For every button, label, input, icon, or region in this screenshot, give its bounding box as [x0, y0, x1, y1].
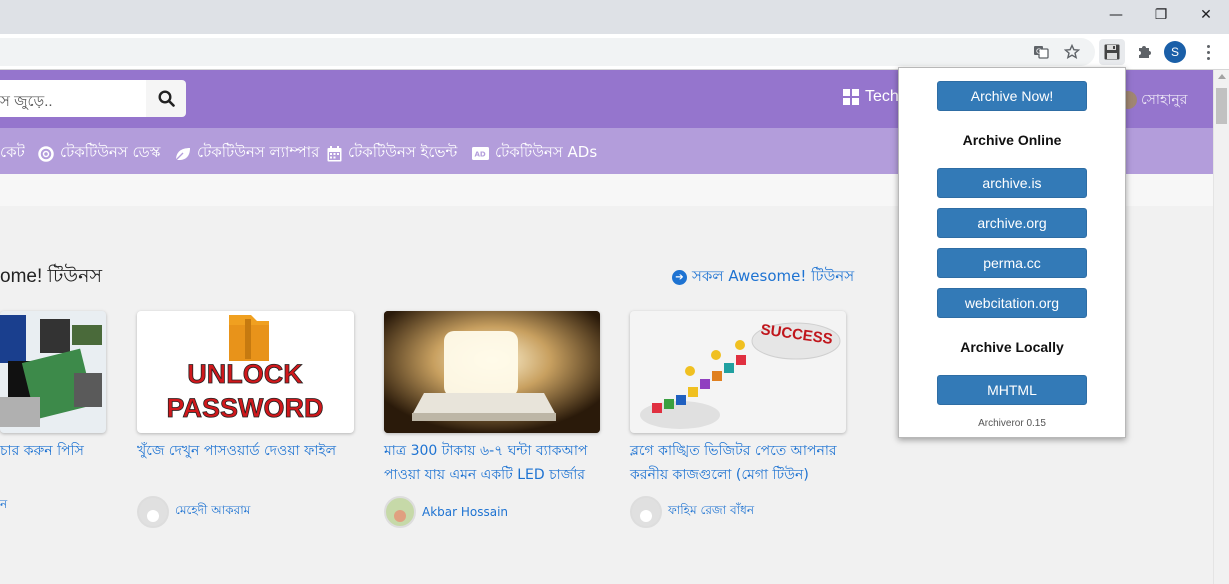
author-avatar	[630, 496, 662, 528]
translate-button[interactable]: G	[1028, 39, 1054, 65]
nav-item-lamper[interactable]: টেকটিউনস ল্যাম্পার	[174, 141, 319, 166]
search-icon	[157, 90, 175, 107]
card-image[interactable]	[384, 311, 600, 433]
author-name: Akbar Hossain	[422, 505, 509, 519]
archive-online-heading: Archive Online	[962, 132, 1062, 148]
card-title[interactable]: মাত্র 300 টাকায় ৬-৭ ঘন্টা ব্যাকআপ পাওয়…	[384, 439, 600, 487]
lifebuoy-icon	[38, 145, 54, 162]
nav-item-label: টেকটিউনস ইভেন্ট	[348, 143, 458, 161]
arrow-right-icon: ➔	[672, 270, 687, 285]
memory-cards-image	[0, 315, 102, 427]
card-author[interactable]: Akbar Hossain	[384, 496, 508, 528]
card-image[interactable]: SUCCESS	[630, 311, 846, 433]
close-icon: ✕	[1200, 7, 1212, 23]
minimize-button[interactable]: —	[1093, 0, 1139, 30]
card-title[interactable]: ব্লগে কাঙ্খিত ভিজিটর পেতে আপনার করনীয় ক…	[630, 439, 846, 487]
perma-cc-button[interactable]: perma.cc	[937, 248, 1087, 278]
ad-icon: AD	[472, 147, 489, 160]
extensions-button[interactable]	[1131, 39, 1157, 65]
puzzle-icon	[1139, 46, 1151, 58]
svg-text:G: G	[1036, 48, 1041, 56]
user-menu[interactable]: সোহানুর	[1119, 88, 1187, 112]
nav-item-desk[interactable]: টেকটিউনস ডেস্ক	[38, 141, 160, 166]
led-charger-image	[384, 311, 600, 433]
scroll-thumb[interactable]	[1216, 88, 1227, 124]
user-name: সোহানুর	[1141, 92, 1188, 108]
tech-menu-label: Tech	[865, 88, 899, 105]
author-name: ফাহিম রেজা বাঁধন	[668, 503, 755, 517]
card-author[interactable]: ন	[0, 496, 7, 516]
restore-button[interactable]: ❐	[1138, 0, 1184, 30]
svg-text:AD: AD	[475, 151, 486, 159]
nav-item-label: টেকটিউনস ল্যাম্পার	[197, 143, 320, 161]
leaf-icon	[174, 147, 190, 161]
unlock-password-image: UNLOCK PASSWORD	[166, 315, 324, 423]
webcitation-button[interactable]: webcitation.org	[937, 288, 1087, 318]
archiveror-extension-button[interactable]	[1099, 39, 1125, 65]
browser-titlebar: — ❐ ✕	[0, 0, 1229, 34]
minimize-icon: —	[1109, 7, 1123, 23]
card-title[interactable]: খুঁজে দেখুন পাসওয়ার্ড দেওয়া ফাইল	[137, 439, 353, 463]
nav-item-label: টেকটিউনস ডেস্ক	[60, 143, 161, 161]
profile-avatar[interactable]: S	[1164, 41, 1186, 63]
address-bar[interactable]	[0, 38, 1095, 66]
bookmark-star-button[interactable]	[1059, 39, 1085, 65]
archive-locally-heading: Archive Locally	[960, 339, 1064, 355]
card-image[interactable]: UNLOCK PASSWORD	[137, 311, 354, 433]
site-search-button[interactable]	[146, 80, 186, 117]
section-link-label: সকল Awesome! টিউনস	[692, 267, 855, 285]
scroll-up-arrow-icon[interactable]	[1218, 74, 1226, 79]
save-disk-icon	[1104, 44, 1120, 60]
section-title: ome! টিউনস	[0, 266, 102, 287]
archive-org-button[interactable]: archive.org	[937, 208, 1087, 238]
page-scrollbar[interactable]	[1213, 70, 1229, 584]
all-awesome-tunes-link[interactable]: ➔ সকল Awesome! টিউনস	[672, 265, 854, 290]
mhtml-button[interactable]: MHTML	[937, 375, 1087, 405]
translate-icon: G	[1034, 46, 1049, 59]
profile-initial: S	[1170, 45, 1179, 59]
restore-icon: ❐	[1154, 7, 1168, 23]
archive-now-button[interactable]: Archive Now!	[937, 81, 1087, 111]
windows-grid-icon	[843, 89, 859, 105]
author-avatar	[137, 496, 169, 528]
nav-item-event[interactable]: টেকটিউনস ইভেন্ট	[327, 141, 457, 166]
star-icon	[1064, 44, 1080, 60]
site-search-input[interactable]: স জুড়ে..	[0, 80, 146, 117]
unlock-text: UNLOCK	[187, 359, 303, 389]
browser-menu-button[interactable]	[1200, 40, 1216, 64]
password-text: PASSWORD	[166, 393, 323, 423]
author-avatar	[384, 496, 416, 528]
card-author[interactable]: ফাহিম রেজা বাঁধন	[630, 496, 754, 528]
author-name: ন	[0, 497, 8, 511]
success-puzzle-image: SUCCESS	[640, 321, 841, 429]
calendar-icon	[327, 145, 342, 161]
nav-item-label: কেট	[0, 143, 25, 161]
archiveror-popup: Archive Now! Archive Online archive.is a…	[898, 67, 1126, 438]
author-name: মেহেদী আকরাম	[175, 503, 251, 517]
tech-menu-link[interactable]: Tech	[843, 88, 899, 106]
version-label: Archiveror 0.15	[978, 418, 1046, 429]
browser-toolbar: G	[0, 34, 1229, 70]
nav-item-ads[interactable]: AD টেকটিউনস ADs	[472, 141, 597, 166]
card-author[interactable]: মেহেদী আকরাম	[137, 496, 250, 528]
close-window-button[interactable]: ✕	[1183, 0, 1229, 30]
search-placeholder: স জুড়ে..	[0, 93, 53, 110]
nav-item-0[interactable]: কেট	[0, 141, 25, 166]
card-image[interactable]	[0, 311, 106, 433]
nav-item-label: টেকটিউনস ADs	[495, 143, 598, 161]
archive-is-button[interactable]: archive.is	[937, 168, 1087, 198]
